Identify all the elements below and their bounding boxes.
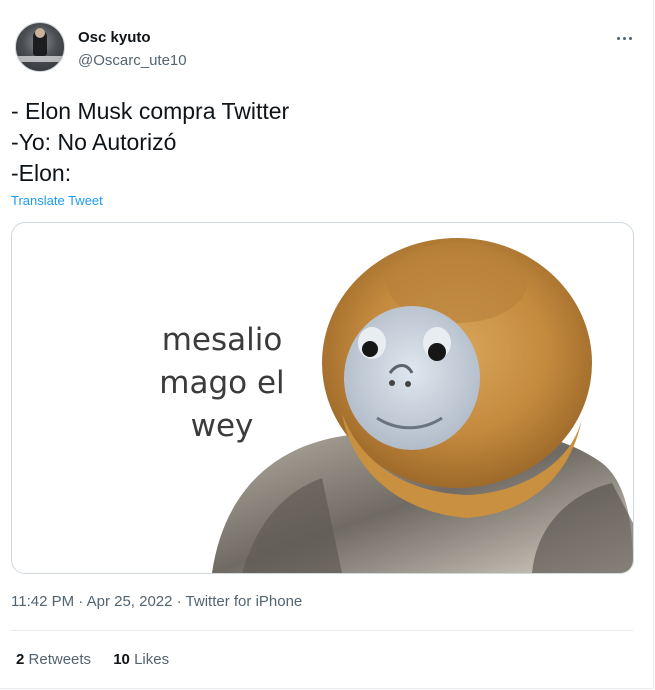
tweet-timestamp[interactable]: 11:42 PM · Apr 25, 2022 · Twitter for iP…: [11, 593, 302, 610]
avatar[interactable]: [15, 22, 65, 72]
tweet-text: - Elon Musk compra Twitter -Yo: No Autor…: [11, 96, 289, 189]
meme-line: wey: [190, 408, 254, 444]
meme-line: mesalio: [161, 322, 283, 358]
tweet-line: -Yo: No Autorizó: [11, 129, 177, 155]
likes-stat[interactable]: 10 Likes: [113, 651, 169, 668]
avatar-head: [35, 28, 45, 38]
likes-label: Likes: [134, 651, 170, 668]
author-name[interactable]: Osc kyuto: [78, 29, 151, 46]
tweet-container: Osc kyuto @Oscarc_ute10 - Elon Musk comp…: [0, 0, 654, 689]
likes-count: 10: [113, 651, 130, 668]
meme-line: mago el: [159, 365, 285, 401]
retweets-count: 2: [16, 651, 25, 668]
avatar-band: [16, 56, 64, 62]
more-dot: [628, 36, 632, 40]
retweets-label: Retweets: [28, 651, 92, 668]
divider: [11, 630, 633, 631]
author-handle[interactable]: @Oscarc_ute10: [78, 52, 187, 69]
meme-text: mesalio mago el wey: [147, 319, 297, 448]
more-dot: [616, 36, 620, 40]
tweet-media-image[interactable]: mesalio mago el wey: [11, 222, 634, 574]
divider: [11, 688, 633, 689]
retweets-stat[interactable]: 2 Retweets: [16, 651, 91, 668]
tweet-line: -Elon:: [11, 160, 72, 186]
translate-tweet-link[interactable]: Translate Tweet: [11, 193, 103, 208]
more-options-icon[interactable]: [612, 28, 636, 48]
monkey-image: [212, 238, 633, 573]
more-dot: [622, 36, 626, 40]
tweet-line: - Elon Musk compra Twitter: [11, 98, 290, 124]
tweet-stats: 2 Retweets 10 Likes: [16, 651, 187, 668]
